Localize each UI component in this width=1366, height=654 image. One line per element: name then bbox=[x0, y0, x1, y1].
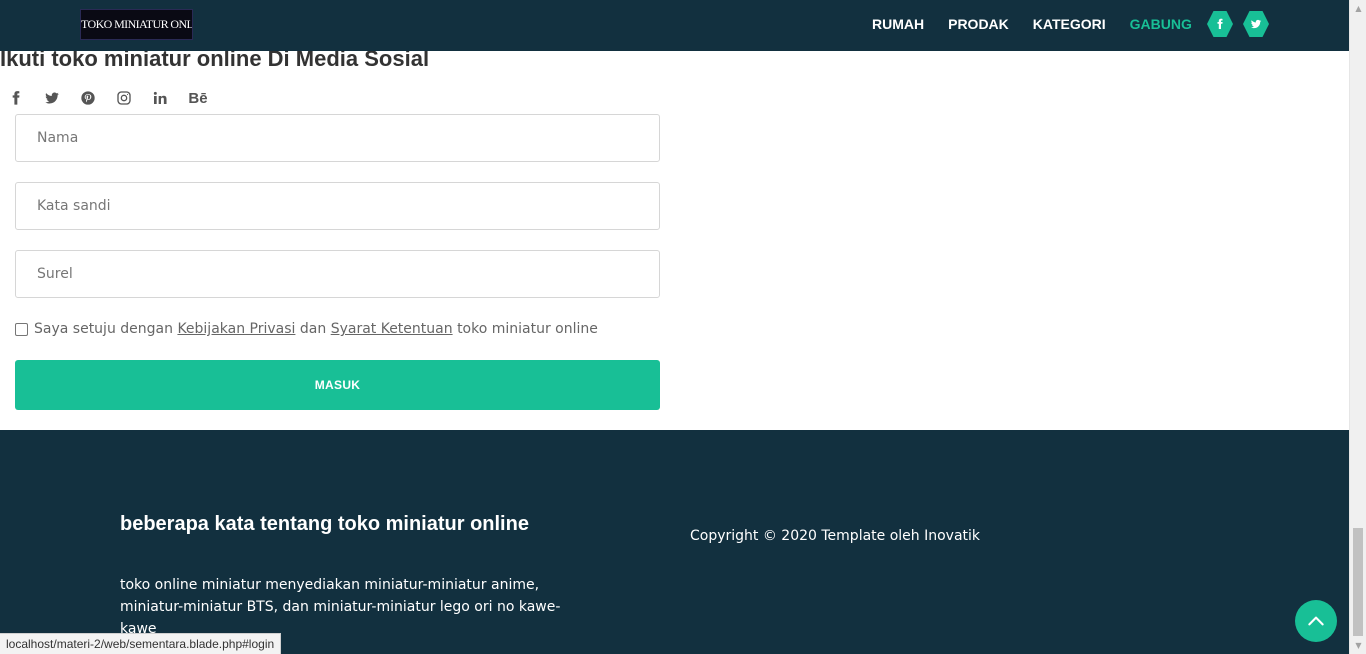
privacy-policy-link[interactable]: Kebijakan Privasi bbox=[177, 321, 295, 337]
agree-and: dan bbox=[299, 321, 327, 337]
name-input[interactable] bbox=[15, 114, 660, 162]
scroll-down-arrow-icon[interactable]: ▼ bbox=[1350, 637, 1366, 654]
site-header: TOKO MINIATUR ONLINE RUMAH PRODAK KATEGO… bbox=[0, 0, 1349, 51]
twitter-icon[interactable] bbox=[43, 89, 61, 107]
password-input[interactable] bbox=[15, 182, 660, 230]
facebook-icon[interactable] bbox=[7, 89, 25, 107]
copyright-text: Copyright © 2020 Template oleh Inovatik bbox=[690, 528, 981, 544]
nav-gabung[interactable]: GABUNG bbox=[1130, 15, 1192, 33]
page-scrollbar[interactable]: ▲ ▼ bbox=[1349, 0, 1366, 654]
site-footer: beberapa kata tentang toko miniatur onli… bbox=[0, 430, 1349, 654]
agree-suffix: toko miniatur online bbox=[457, 321, 598, 337]
main-nav: RUMAH PRODAK KATEGORI GABUNG bbox=[872, 15, 1216, 33]
about-title: beberapa kata tentang toko miniatur onli… bbox=[120, 513, 529, 535]
masuk-button[interactable]: MASUK bbox=[15, 360, 660, 410]
agree-prefix: Saya setuju dengan bbox=[34, 321, 173, 337]
linkedin-icon[interactable] bbox=[151, 89, 169, 107]
logo-text: TOKO MINIATUR ONLINE bbox=[81, 17, 192, 31]
scrollbar-thumb[interactable] bbox=[1353, 528, 1363, 636]
site-logo[interactable]: TOKO MINIATUR ONLINE bbox=[80, 9, 193, 40]
pinterest-icon[interactable] bbox=[79, 89, 97, 107]
nav-prodak[interactable]: PRODAK bbox=[948, 15, 1009, 33]
chevron-up-icon bbox=[1308, 616, 1324, 626]
nav-kategori[interactable]: KATEGORI bbox=[1033, 15, 1106, 33]
behance-icon[interactable]: Bē bbox=[187, 89, 209, 107]
scroll-up-arrow-icon[interactable]: ▲ bbox=[1350, 0, 1366, 17]
terms-link[interactable]: Syarat Ketentuan bbox=[331, 321, 453, 337]
about-text: toko online miniatur menyediakan miniatu… bbox=[120, 577, 561, 637]
status-bar-url: localhost/materi-2/web/sementara.blade.p… bbox=[0, 633, 282, 654]
agree-row: Saya setuju dengan Kebijakan Privasi dan… bbox=[15, 320, 598, 338]
email-input[interactable] bbox=[15, 250, 660, 298]
agree-checkbox[interactable] bbox=[15, 322, 28, 336]
header-twitter-icon[interactable] bbox=[1243, 11, 1269, 37]
instagram-icon[interactable] bbox=[115, 89, 133, 107]
nav-rumah[interactable]: RUMAH bbox=[872, 15, 924, 33]
back-to-top-button[interactable] bbox=[1295, 600, 1337, 642]
